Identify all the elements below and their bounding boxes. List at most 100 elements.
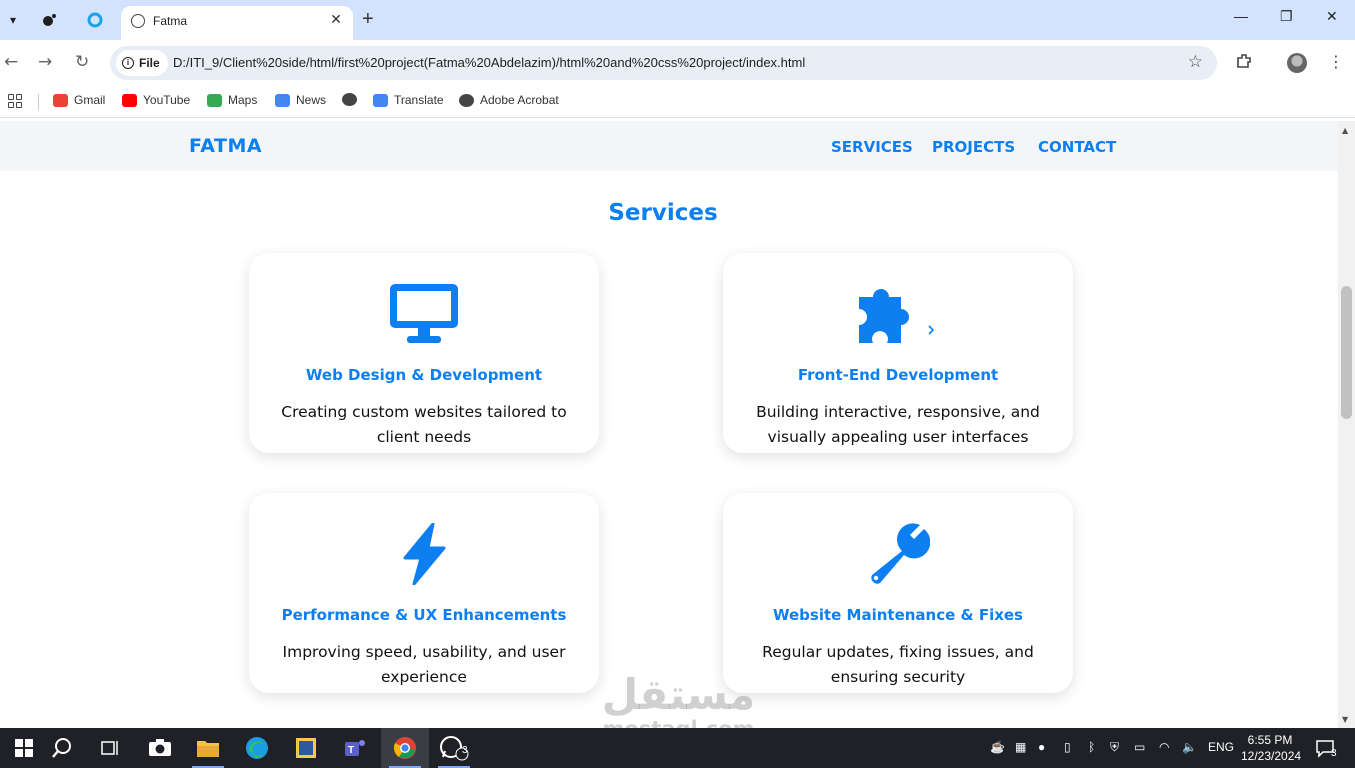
site-info-chip[interactable]: i File [116, 50, 168, 76]
taskbar-camera[interactable] [136, 728, 184, 768]
extensions-icon[interactable] [1235, 52, 1253, 74]
scroll-down-arrow-icon[interactable]: ▼ [1342, 715, 1348, 724]
wrench-icon [871, 523, 930, 584]
bookmark-news[interactable]: News [275, 93, 326, 107]
restore-button[interactable]: ❐ [1280, 8, 1293, 25]
bookmark-translate[interactable]: Translate [373, 93, 444, 107]
tray-usb-icon[interactable]: ▯ [1064, 740, 1071, 754]
close-window-button[interactable]: ✕ [1326, 8, 1338, 25]
bookmark-label: Translate [394, 93, 444, 107]
wifi-icon[interactable]: ◠ [1159, 740, 1169, 754]
chrome-icon [393, 737, 416, 759]
tray-bag-icon[interactable]: ● [1038, 740, 1045, 754]
page-scrollbar[interactable]: ▲ ▼ [1338, 121, 1355, 728]
windows-logo-icon [15, 739, 33, 757]
minimize-button[interactable]: — [1234, 8, 1248, 24]
bookmarks-bar: Gmail YouTube Maps News Translate Adobe … [0, 86, 1355, 118]
taskbar-file-explorer[interactable] [184, 728, 232, 768]
battery-icon[interactable]: ▭ [1134, 740, 1145, 754]
taskbar-whatsapp[interactable]: 3 [430, 728, 478, 768]
watermark-arabic: مستقل [601, 670, 756, 719]
site-logo[interactable]: FATMA [189, 135, 262, 157]
pinned-tab-2[interactable] [82, 7, 108, 33]
puzzle-icon [859, 289, 935, 343]
bookmark-globe[interactable] [342, 93, 357, 106]
photo-app-icon [296, 738, 316, 758]
service-card-performance: Performance & UX Enhancements Improving … [249, 493, 599, 693]
security-icon[interactable]: ⛨ [1110, 740, 1119, 755]
service-card-maintenance: Website Maintenance & Fixes Regular upda… [723, 493, 1073, 693]
tab-search-chevron-icon[interactable]: ▾ [0, 7, 26, 33]
search-icon [52, 738, 71, 758]
notification-count: 3 [1331, 748, 1337, 759]
service-card-description: Creating custom websites tailored to cli… [281, 403, 567, 446]
bookmark-maps[interactable]: Maps [207, 93, 257, 107]
taskbar-chrome[interactable] [381, 728, 429, 768]
bookmarks-separator [38, 94, 39, 110]
bluetooth-icon[interactable]: ᛒ [1088, 740, 1095, 754]
service-card-title: Website Maintenance & Fixes [772, 606, 1023, 624]
bookmark-label: Gmail [74, 93, 106, 107]
address-bar[interactable]: i File D:/ITI_9/Client%20side/html/first… [110, 46, 1217, 80]
camera-icon [149, 739, 171, 756]
system-clock[interactable]: 6:55 PM 12/23/2024 [1241, 732, 1302, 764]
nav-link-services[interactable]: SERVICES [831, 138, 913, 156]
pinned-tab[interactable] [36, 7, 62, 33]
service-card-description: Regular updates, fixing issues, and ensu… [762, 643, 1034, 686]
service-card-title: Web Design & Development [305, 366, 543, 384]
maps-icon [207, 93, 222, 107]
translate-icon [373, 93, 388, 107]
windows-taskbar: T 3 ☕ ▦ ● ▯ ᛒ ⛨ ▭ ◠ 🔈 ENG 6:55 PM 12/23/… [0, 728, 1355, 768]
new-tab-button[interactable]: + [362, 8, 374, 30]
tray-cup-icon[interactable]: ☕ [990, 740, 1005, 754]
bookmark-adobe-acrobat[interactable]: Adobe Acrobat [459, 93, 559, 107]
nav-link-contact[interactable]: CONTACT [1038, 138, 1116, 156]
scroll-thumb[interactable] [1341, 286, 1352, 419]
url-text[interactable]: D:/ITI_9/Client%20side/html/first%20proj… [173, 55, 805, 70]
search-button[interactable] [38, 728, 86, 768]
active-tab[interactable]: Fatma ✕ [121, 6, 353, 40]
forward-button[interactable]: → [38, 52, 52, 72]
tab-title: Fatma [153, 14, 188, 28]
page-viewport: FATMA SERVICES PROJECTS CONTACT Services… [0, 121, 1338, 728]
close-tab-icon[interactable]: ✕ [327, 11, 345, 29]
gmail-icon [53, 93, 68, 107]
taskbar-app-photos[interactable] [282, 728, 330, 768]
bookmark-youtube[interactable]: YouTube [122, 93, 190, 107]
service-card-title: Performance & UX Enhancements [281, 606, 567, 624]
folder-icon [197, 741, 219, 757]
notification-center[interactable]: 3 [1305, 728, 1345, 768]
scroll-up-arrow-icon[interactable]: ▲ [1342, 126, 1348, 135]
reload-button[interactable]: ↻ [75, 52, 89, 72]
menu-kebab-icon[interactable]: ⋮ [1328, 52, 1344, 71]
tab-strip: ▾ Fatma ✕ + — ❐ ✕ [0, 0, 1355, 40]
task-view-button[interactable] [86, 728, 134, 768]
monitor-icon [390, 284, 458, 343]
taskbar-teams[interactable]: T [331, 728, 379, 768]
apps-grid-icon[interactable] [8, 94, 22, 108]
taskbar-edge[interactable] [233, 728, 281, 768]
pinned-tab-favicon-icon [43, 14, 56, 26]
bookmark-gmail[interactable]: Gmail [53, 93, 105, 107]
globe-icon [342, 93, 357, 106]
globe-icon [459, 93, 474, 107]
nav-link-projects[interactable]: PROJECTS [932, 138, 1015, 156]
whatsapp-badge: 3 [462, 745, 468, 756]
back-button[interactable]: ← [4, 52, 18, 72]
tray-app-icon[interactable]: ▦ [1015, 740, 1026, 754]
bookmark-star-icon[interactable]: ☆ [1188, 52, 1203, 72]
volume-icon[interactable]: 🔈 [1182, 740, 1197, 754]
input-language[interactable]: ENG [1208, 740, 1234, 754]
bookmark-label: Maps [228, 93, 258, 107]
clock-date: 12/23/2024 [1241, 749, 1302, 763]
browser-toolbar: ← → ↻ i File D:/ITI_9/Client%20side/html… [0, 40, 1355, 86]
svg-text:T: T [348, 745, 354, 756]
service-card-description: Building interactive, responsive, and vi… [756, 403, 1040, 446]
section-title: Services [608, 200, 718, 226]
profile-avatar[interactable] [1287, 53, 1307, 73]
service-card-web-design: Web Design & Development Creating custom… [249, 253, 599, 453]
clock-time: 6:55 PM [1247, 733, 1293, 747]
globe-icon [131, 14, 145, 28]
pinned-tab-2-favicon-icon [87, 12, 103, 28]
bookmark-label: News [296, 93, 327, 107]
